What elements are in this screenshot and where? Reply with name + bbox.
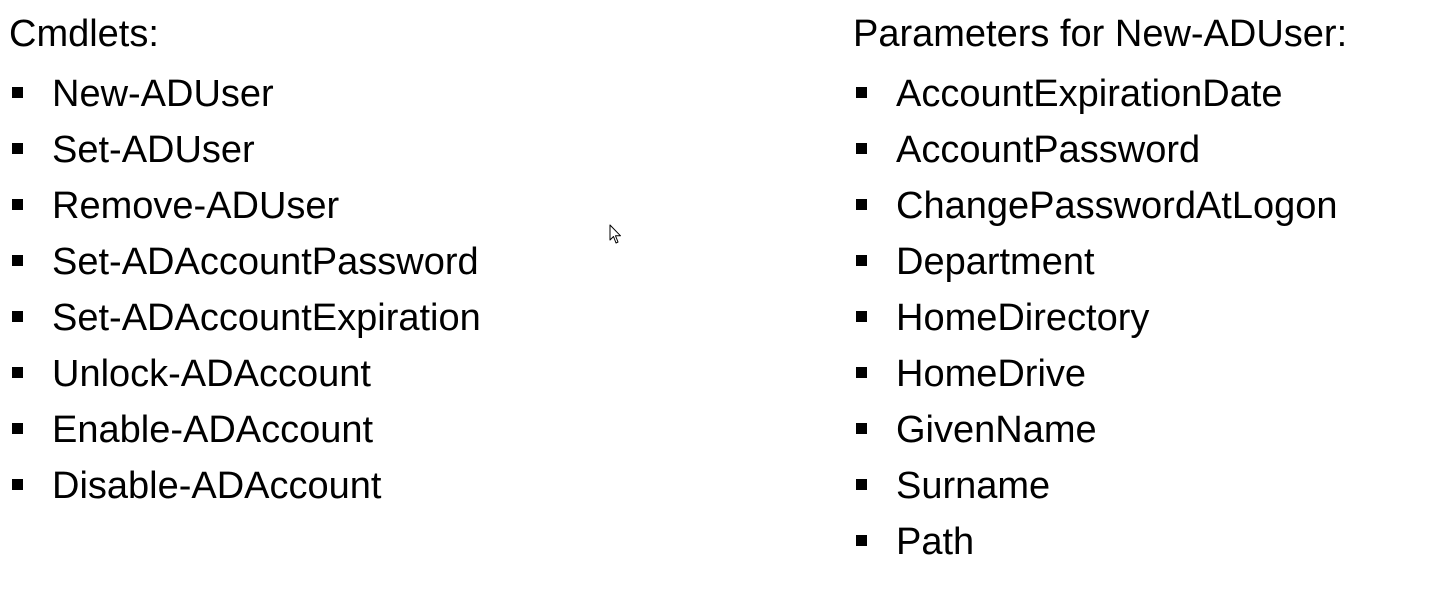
cmdlet-name: New-ADUser bbox=[52, 73, 274, 115]
list-item: HomeDrive bbox=[853, 346, 1338, 402]
list-item: Set-ADAccountPassword bbox=[9, 234, 481, 290]
list-item: AccountExpirationDate bbox=[853, 66, 1338, 122]
parameter-name: Department bbox=[896, 241, 1095, 283]
parameters-heading: Parameters for New-ADUser: bbox=[853, 12, 1347, 56]
parameters-heading-cmdlet: New-ADUser: bbox=[1114, 13, 1348, 55]
square-bullet-icon bbox=[12, 254, 23, 266]
square-bullet-icon bbox=[856, 310, 867, 322]
list-item: Surname bbox=[853, 458, 1338, 514]
square-bullet-icon bbox=[12, 422, 23, 434]
square-bullet-icon bbox=[12, 86, 23, 98]
square-bullet-icon bbox=[12, 478, 23, 490]
parameter-name: HomeDrive bbox=[896, 353, 1087, 395]
square-bullet-icon bbox=[12, 198, 23, 210]
list-item: Remove-ADUser bbox=[9, 178, 481, 234]
list-item: GivenName bbox=[853, 402, 1338, 458]
cmdlets-list: New-ADUser Set-ADUser Remove-ADUser Set-… bbox=[9, 66, 481, 514]
parameter-name: Surname bbox=[896, 465, 1051, 507]
parameters-heading-prefix: Parameters for bbox=[853, 13, 1115, 55]
list-item: Enable-ADAccount bbox=[9, 402, 481, 458]
square-bullet-icon bbox=[856, 254, 867, 266]
cmdlet-name: Remove-ADUser bbox=[52, 185, 340, 227]
parameter-name: HomeDirectory bbox=[896, 297, 1150, 339]
list-item: Set-ADUser bbox=[9, 122, 481, 178]
square-bullet-icon bbox=[856, 478, 867, 490]
list-item: AccountPassword bbox=[853, 122, 1338, 178]
list-item: HomeDirectory bbox=[853, 290, 1338, 346]
square-bullet-icon bbox=[856, 198, 867, 210]
list-item: Unlock-ADAccount bbox=[9, 346, 481, 402]
cmdlet-name: Set-ADUser bbox=[52, 129, 255, 171]
parameters-list: AccountExpirationDate AccountPassword Ch… bbox=[853, 66, 1338, 570]
parameter-name: AccountExpirationDate bbox=[896, 73, 1283, 115]
cmdlet-name: Set-ADAccountPassword bbox=[52, 241, 479, 283]
parameter-name: GivenName bbox=[896, 409, 1097, 451]
square-bullet-icon bbox=[856, 534, 867, 546]
square-bullet-icon bbox=[856, 86, 867, 98]
mouse-pointer-icon bbox=[609, 224, 621, 244]
parameter-name: Path bbox=[896, 521, 975, 563]
square-bullet-icon bbox=[12, 310, 23, 322]
square-bullet-icon bbox=[12, 142, 23, 154]
cmdlets-heading: Cmdlets: bbox=[9, 13, 159, 55]
square-bullet-icon bbox=[12, 366, 23, 378]
square-bullet-icon bbox=[856, 366, 867, 378]
square-bullet-icon bbox=[856, 422, 867, 434]
list-item: Department bbox=[853, 234, 1338, 290]
cmdlet-name: Disable-ADAccount bbox=[52, 465, 382, 507]
list-item: New-ADUser bbox=[9, 66, 481, 122]
list-item: Set-ADAccountExpiration bbox=[9, 290, 481, 346]
cmdlet-name: Enable-ADAccount bbox=[52, 409, 374, 451]
list-item: Path bbox=[853, 514, 1338, 570]
parameter-name: AccountPassword bbox=[896, 129, 1201, 171]
square-bullet-icon bbox=[856, 142, 867, 154]
parameter-name: ChangePasswordAtLogon bbox=[896, 185, 1338, 227]
list-item: ChangePasswordAtLogon bbox=[853, 178, 1338, 234]
list-item: Disable-ADAccount bbox=[9, 458, 481, 514]
cmdlet-name: Unlock-ADAccount bbox=[52, 353, 371, 395]
cmdlet-name: Set-ADAccountExpiration bbox=[52, 297, 481, 339]
